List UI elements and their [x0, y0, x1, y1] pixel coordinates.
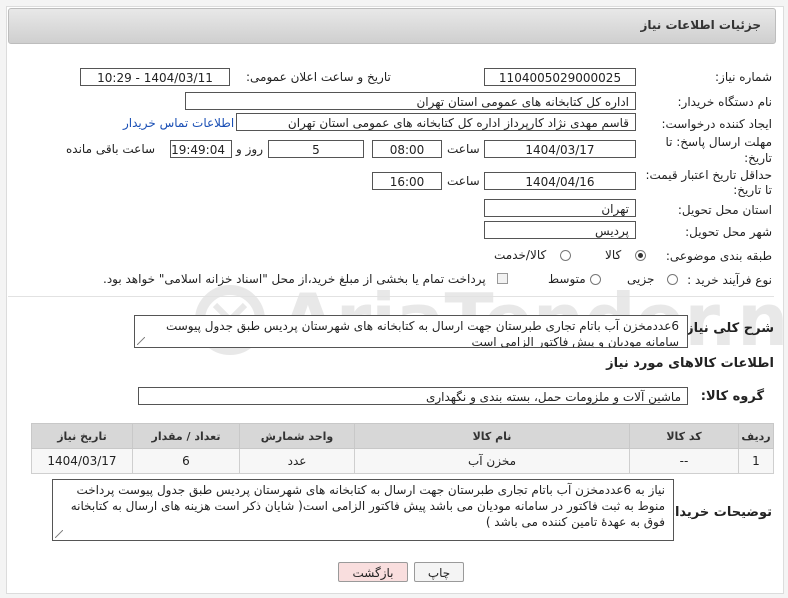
cell-date: 1404/03/17 — [31, 448, 133, 474]
cell-code: -- — [629, 448, 739, 474]
city-field: پردیس — [484, 221, 636, 239]
deadline-time-label: ساعت — [447, 142, 480, 156]
process-medium-radio[interactable] — [590, 274, 601, 285]
divider — [8, 296, 774, 297]
process-label: نوع فرآیند خرید : — [687, 273, 772, 287]
announce-field: 1404/03/11 - 10:29 — [80, 68, 230, 86]
col-unit: واحد شمارش — [239, 423, 355, 449]
requester-label: ایجاد کننده درخواست: — [661, 117, 772, 131]
announce-label: تاریخ و ساعت اعلان عمومی: — [246, 70, 391, 84]
col-date: تاریخ نیاز — [31, 423, 133, 449]
back-button[interactable]: بازگشت — [338, 562, 408, 582]
buyer-notes-label: توضیحات خریدار: — [662, 505, 772, 520]
treasury-payment-note: پرداخت تمام یا بخشی از مبلغ خرید،از محل … — [103, 272, 486, 286]
goods-group-label: گروه کالا: — [700, 389, 764, 404]
buyer-notes-text: نیاز به 6عددمخزن آب باتام تجاری طبرستان … — [70, 483, 665, 529]
goods-table: ردیف کد کالا نام کالا واحد شمارش تعداد /… — [31, 423, 774, 474]
treasury-payment-checkbox[interactable] — [497, 273, 508, 284]
days-remaining-field: 5 — [268, 140, 364, 158]
deadline-label: مهلت ارسال پاسخ: تا — [665, 135, 772, 149]
buyer-org-field: اداره کل کتابخانه های عمومی استان تهران — [185, 92, 636, 110]
print-button[interactable]: چاپ — [414, 562, 464, 582]
title-bar: جزئیات اطلاعات نیاز — [8, 8, 776, 44]
deadline-date-field: 1404/03/17 — [484, 140, 636, 158]
validity-time-label: ساعت — [447, 174, 480, 188]
deadline-label-2: تاریخ: — [744, 151, 772, 165]
summary-label: شرح کلی نیاز: — [680, 321, 774, 336]
province-field: تهران — [484, 199, 636, 217]
city-label: شهر محل تحویل: — [685, 225, 772, 239]
resize-grip-icon[interactable] — [137, 337, 145, 345]
buyer-org-label: نام دستگاه خریدار: — [677, 95, 773, 109]
cell-row: 1 — [738, 448, 774, 474]
need-number-field: 1104005029000025 — [484, 68, 636, 86]
category-label: طبقه بندی موضوعی: — [665, 249, 772, 263]
process-minor-radio[interactable] — [667, 274, 678, 285]
summary-textarea[interactable]: 6عددمخزن آب باتام تجاری طبرستان جهت ارسا… — [134, 315, 688, 348]
category-goods-radio[interactable] — [635, 250, 646, 261]
resize-grip-icon[interactable] — [55, 530, 63, 538]
validity-time-field: 16:00 — [372, 172, 442, 190]
remaining-time-field: 19:49:04 — [170, 140, 232, 158]
page-title: جزئیات اطلاعات نیاز — [640, 18, 761, 32]
category-goods-label: کالا — [605, 248, 622, 262]
need-number-label: شماره نیاز: — [715, 70, 772, 84]
validity-label: حداقل تاریخ اعتبار قیمت: — [645, 168, 772, 182]
buyer-notes-textarea[interactable]: نیاز به 6عددمخزن آب باتام تجاری طبرستان … — [52, 479, 674, 541]
remaining-time-label: ساعت باقی مانده — [66, 142, 156, 156]
deadline-time-field: 08:00 — [372, 140, 442, 158]
days-label: روز و — [236, 142, 263, 156]
cell-unit: عدد — [239, 448, 355, 474]
contact-buyer-link[interactable]: اطلاعات تماس خریدار — [123, 116, 234, 130]
col-code: کد کالا — [629, 423, 739, 449]
requester-field: قاسم مهدی نژاد کارپرداز اداره کل کتابخان… — [236, 113, 636, 131]
province-label: استان محل تحویل: — [677, 203, 772, 217]
cell-name: مخزن آب — [354, 448, 630, 474]
goods-section-title: اطلاعات کالاهای مورد نیاز — [606, 356, 774, 371]
summary-text: 6عددمخزن آب باتام تجاری طبرستان جهت ارسا… — [165, 319, 679, 348]
table-row: 1 -- مخزن آب عدد 6 1404/03/17 — [31, 448, 774, 474]
col-qty: تعداد / مقدار — [132, 423, 240, 449]
process-minor-label: جزیی — [627, 272, 655, 286]
validity-date-field: 1404/04/16 — [484, 172, 636, 190]
col-row: ردیف — [738, 423, 774, 449]
cell-qty: 6 — [132, 448, 240, 474]
category-goods-service-radio[interactable] — [560, 250, 571, 261]
category-goods-service-label: کالا/خدمت — [494, 248, 547, 262]
process-medium-label: متوسط — [548, 272, 586, 286]
col-name: نام کالا — [354, 423, 630, 449]
goods-group-field: ماشین آلات و ملزومات حمل، بسته بندی و نگ… — [138, 387, 688, 405]
validity-label-2: تا تاریخ: — [733, 183, 772, 197]
